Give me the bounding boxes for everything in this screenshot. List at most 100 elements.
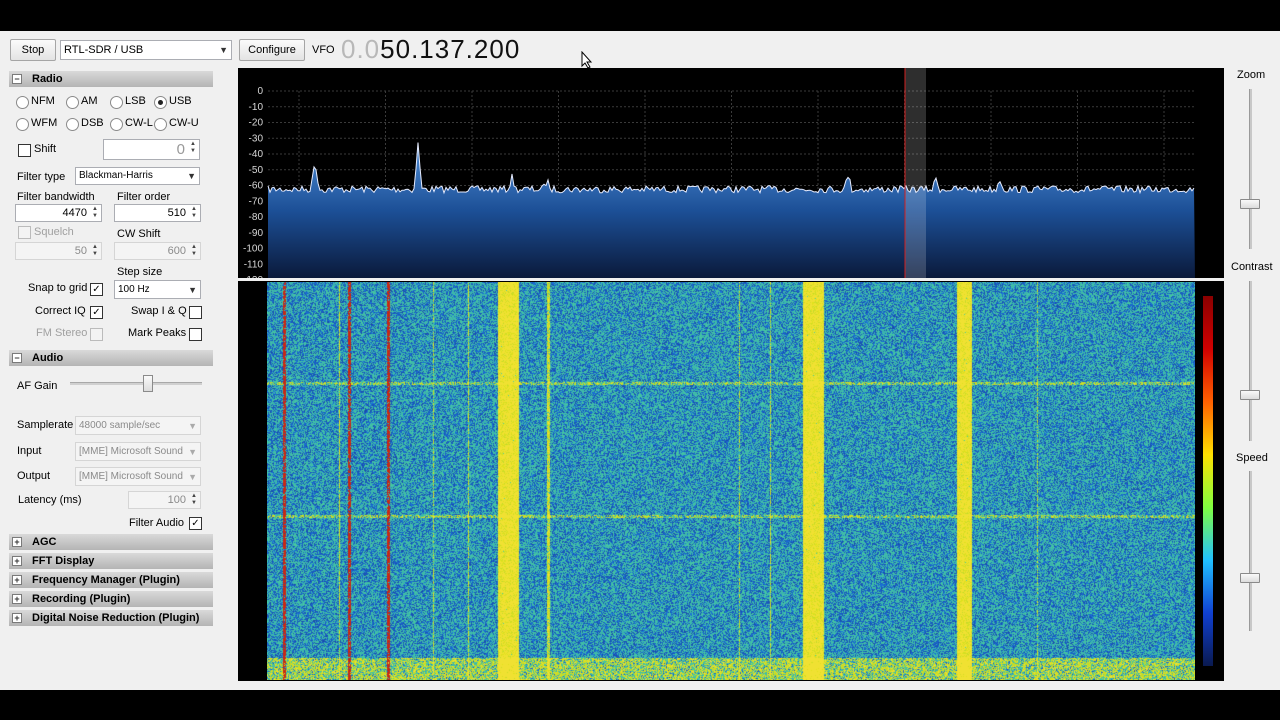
waterfall-panel[interactable]: [238, 281, 1224, 681]
input-select[interactable]: [MME] Microsoft Sound ▼: [75, 442, 201, 461]
db-tick-label: -90: [249, 228, 264, 239]
snap-to-grid-checkbox[interactable]: ✓: [90, 283, 103, 296]
spinner-icon: ▲ ▼: [92, 244, 98, 257]
samplerate-label: Samplerate: [17, 419, 74, 431]
db-tick-label: -60: [249, 181, 264, 192]
speed-thumb[interactable]: [1240, 573, 1260, 583]
db-tick-label: 0: [257, 86, 263, 97]
filter-type-label: Filter type: [17, 171, 66, 183]
db-tick-label: -100: [243, 244, 263, 255]
mode-label-cw-l: CW-L: [125, 117, 153, 129]
zoom-thumb[interactable]: [1240, 199, 1260, 209]
expand-icon: +: [12, 556, 22, 566]
output-label: Output: [17, 470, 51, 482]
mode-label-lsb: LSB: [125, 95, 146, 107]
latency-label: Latency (ms): [18, 494, 82, 506]
db-tick-label: -40: [249, 149, 264, 160]
af-gain-label: AF Gain: [17, 380, 58, 392]
mode-radio-lsb[interactable]: [110, 96, 123, 109]
mode-radio-usb[interactable]: [154, 96, 167, 109]
vfo-label: VFO: [312, 44, 335, 56]
db-tick-label: -50: [249, 165, 264, 176]
audio-section-header[interactable]: − Audio: [9, 350, 213, 366]
filter-bandwidth-value: 4470: [62, 207, 87, 219]
mode-label-dsb: DSB: [81, 117, 104, 129]
snap-to-grid-label: Snap to grid: [28, 282, 88, 294]
zoom-label: Zoom: [1237, 69, 1266, 81]
device-select[interactable]: RTL-SDR / USB ▼: [60, 40, 232, 60]
filter-bandwidth-input[interactable]: 4470 ▲ ▼: [15, 204, 102, 222]
spectrum-fill: [268, 142, 1195, 280]
mode-radio-nfm[interactable]: [16, 96, 29, 109]
section-header-frequency-manager-plugin[interactable]: + Frequency Manager (Plugin): [9, 572, 213, 588]
af-gain-slider[interactable]: [70, 374, 202, 394]
swap-iq-label: Swap I & Q: [131, 305, 187, 317]
chevron-down-icon: ▼: [187, 171, 196, 181]
shift-value: 0: [176, 141, 185, 158]
latency-input[interactable]: 100 ▲ ▼: [128, 491, 201, 509]
chevron-down-icon: ▼: [188, 447, 197, 457]
section-header-agc[interactable]: + AGC: [9, 534, 213, 550]
output-select[interactable]: [MME] Microsoft Sound ▼: [75, 467, 201, 486]
zoom-slider[interactable]: [1236, 89, 1266, 254]
radio-section-header[interactable]: − Radio: [9, 71, 213, 87]
spinner-icon: ▲ ▼: [191, 493, 197, 506]
contrast-slider[interactable]: [1236, 281, 1266, 446]
squelch-checkbox[interactable]: [18, 226, 31, 239]
mode-radio-am[interactable]: [66, 96, 79, 109]
squelch-label: Squelch: [34, 226, 74, 238]
cw-shift-input[interactable]: 600 ▲ ▼: [114, 242, 201, 260]
samplerate-select[interactable]: 48000 sample/sec ▼: [75, 416, 201, 435]
af-gain-thumb[interactable]: [143, 375, 153, 392]
section-header-fft-display[interactable]: + FFT Display: [9, 553, 213, 569]
output-value: [MME] Microsoft Sound: [79, 471, 183, 482]
section-header-recording-plugin[interactable]: + Recording (Plugin): [9, 591, 213, 607]
vfo-frequency-dim: 0.0: [341, 34, 381, 64]
filter-type-select[interactable]: Blackman-Harris ▼: [75, 167, 200, 185]
db-tick-label: -70: [249, 196, 264, 207]
fm-stereo-checkbox[interactable]: [90, 328, 103, 341]
filter-type-value: Blackman-Harris: [79, 170, 153, 181]
correct-iq-checkbox[interactable]: ✓: [90, 306, 103, 319]
section-header-digital-noise-reduction-plugin[interactable]: + Digital Noise Reduction (Plugin): [9, 610, 213, 626]
radio-section-title: Radio: [32, 73, 63, 85]
db-tick-label: -20: [249, 118, 264, 129]
stop-button[interactable]: Stop: [10, 39, 56, 61]
spectrum-panel[interactable]: 0 -10 -20 -30 -40 -50 -60 -70 -80 -90 -100 -110 -120…: [238, 68, 1224, 297]
db-tick-label: -10: [249, 102, 264, 113]
step-size-label: Step size: [117, 266, 163, 278]
waterfall-color-scale: [1203, 296, 1213, 666]
mode-radio-wfm[interactable]: [16, 118, 29, 131]
chevron-down-icon: ▼: [188, 285, 197, 295]
speed-label: Speed: [1236, 452, 1268, 464]
spinner-icon: ▲ ▼: [191, 244, 197, 257]
configure-button[interactable]: Configure: [239, 39, 305, 61]
samplerate-value: 48000 sample/sec: [79, 420, 161, 431]
filter-audio-checkbox[interactable]: ✓: [189, 517, 202, 530]
shift-input[interactable]: 0 ▲ ▼: [103, 139, 200, 160]
audio-section-title: Audio: [32, 352, 64, 364]
zoom-track: [1249, 89, 1252, 249]
mark-peaks-checkbox[interactable]: [189, 328, 202, 341]
section-title: Frequency Manager (Plugin): [32, 574, 180, 586]
step-size-select[interactable]: 100 Hz ▼: [114, 280, 201, 299]
spectrum-plot: 0 -10 -20 -30 -40 -50 -60 -70 -80 -90 -100 -110 -120…: [243, 68, 1195, 297]
vfo-frequency[interactable]: 0.050.137.200: [341, 33, 520, 65]
latency-value: 100: [167, 494, 186, 506]
swap-iq-checkbox[interactable]: [189, 306, 202, 319]
contrast-thumb[interactable]: [1240, 390, 1260, 400]
section-title: Recording (Plugin): [32, 593, 131, 605]
mode-radio-dsb[interactable]: [66, 118, 79, 131]
speed-slider[interactable]: [1236, 471, 1266, 636]
shift-checkbox[interactable]: [18, 144, 31, 157]
contrast-label: Contrast: [1231, 261, 1273, 273]
mode-radio-cw-l[interactable]: [110, 118, 123, 131]
mode-label-am: AM: [81, 95, 98, 107]
filter-order-value: 510: [167, 207, 186, 219]
filter-order-input[interactable]: 510 ▲ ▼: [114, 204, 201, 222]
mode-radio-cw-u[interactable]: [154, 118, 167, 131]
squelch-input[interactable]: 50 ▲ ▼: [15, 242, 102, 260]
expand-icon: +: [12, 613, 22, 623]
chevron-down-icon: ▼: [219, 45, 228, 55]
shift-label: Shift: [34, 143, 57, 155]
